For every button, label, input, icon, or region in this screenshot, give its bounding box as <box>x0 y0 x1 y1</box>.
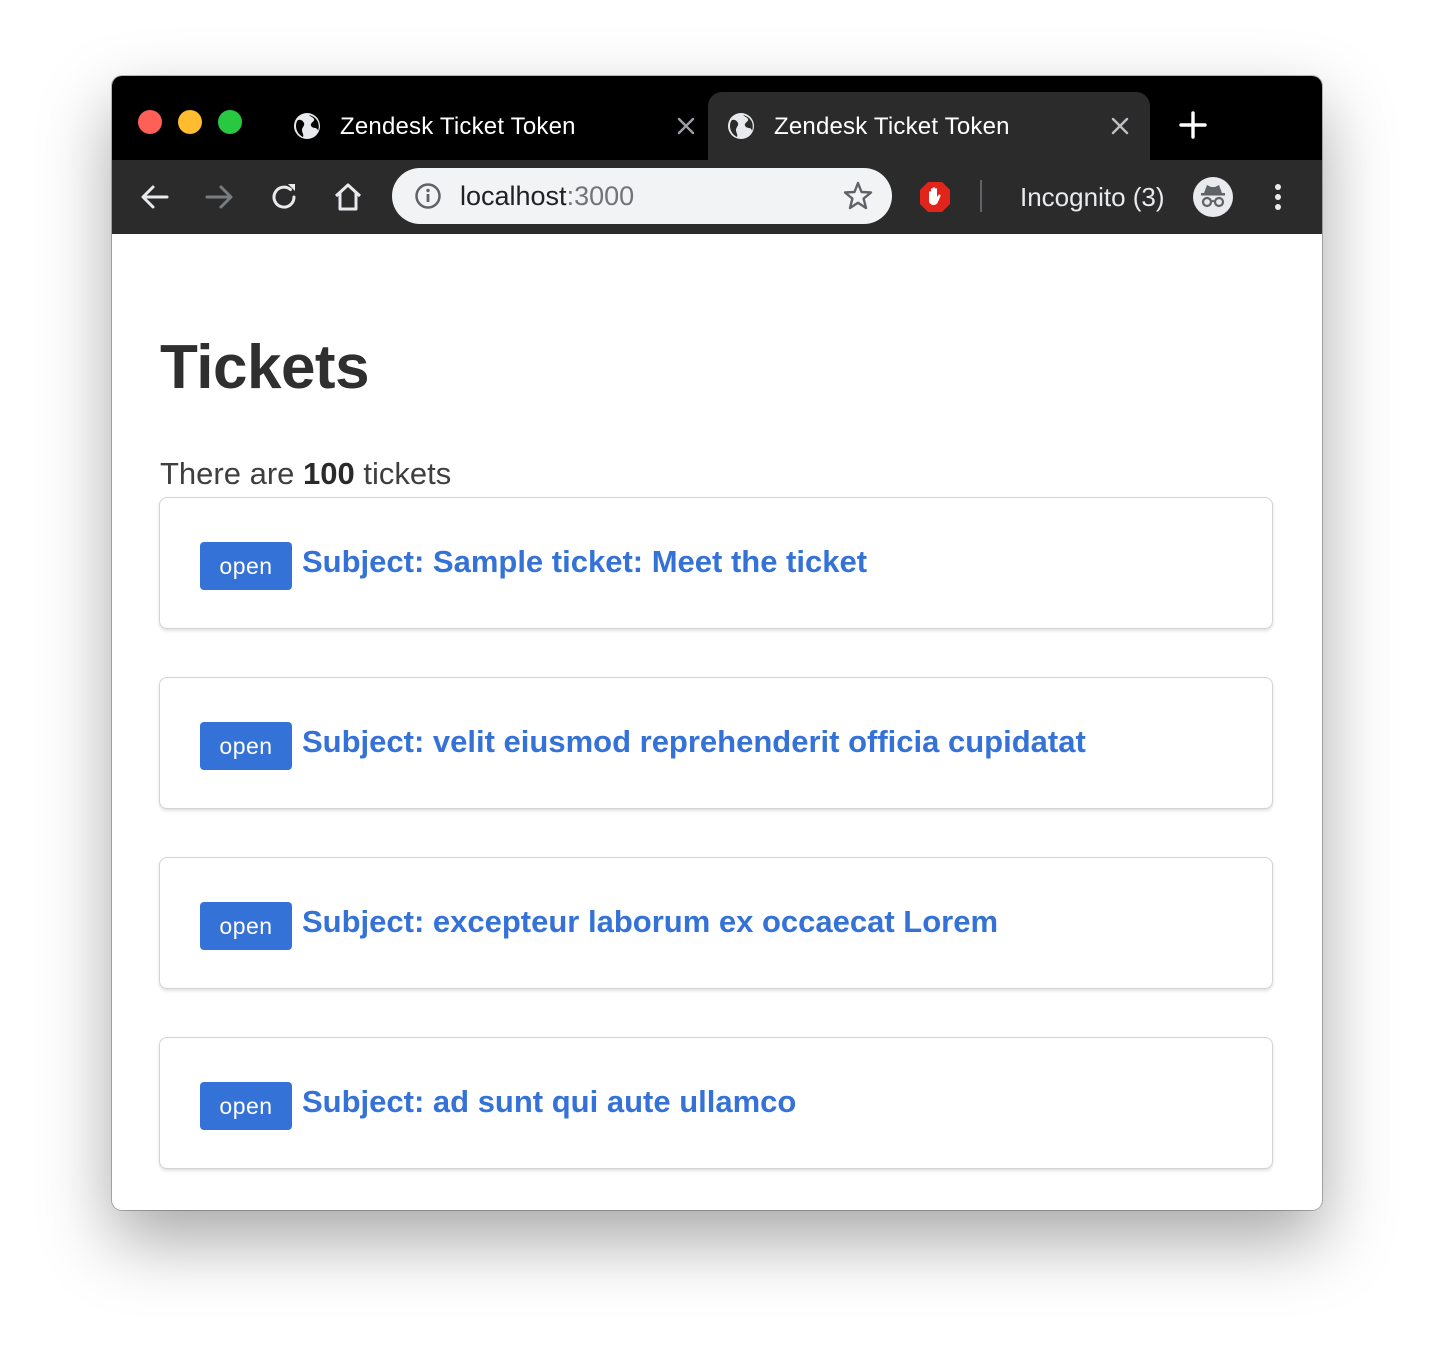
ticket-count: There are 100 tickets <box>160 456 451 492</box>
close-icon[interactable] <box>1108 114 1132 138</box>
status-badge: open <box>200 902 292 950</box>
tab-strip: Zendesk Ticket Token Zendesk Ticket Toke… <box>112 76 1322 160</box>
status-badge: open <box>200 542 292 590</box>
ticket-card: open Subject: ad sunt qui aute ullamco <box>159 1037 1273 1169</box>
ticket-count-suffix: tickets <box>363 456 452 491</box>
status-badge: open <box>200 1082 292 1130</box>
ticket-subject-link[interactable]: Subject: ad sunt qui aute ullamco <box>302 1084 796 1120</box>
address-bar[interactable]: localhost:3000 <box>392 168 892 224</box>
ticket-card: open Subject: velit eiusmod reprehenderi… <box>159 677 1273 809</box>
globe-icon <box>728 113 754 139</box>
forward-icon[interactable] <box>202 180 236 214</box>
tab-zendesk-ticket-token-1[interactable]: Zendesk Ticket Token <box>274 92 716 160</box>
info-icon[interactable] <box>414 182 442 210</box>
url-host: localhost <box>460 181 567 211</box>
browser-toolbar: localhost:3000 Incognito (3) <box>112 160 1322 234</box>
ticket-card: open Subject: Sample ticket: Meet the ti… <box>159 497 1273 629</box>
tab-title: Zendesk Ticket Token <box>340 113 576 140</box>
ticket-card: open Subject: excepteur laborum ex occae… <box>159 857 1273 989</box>
kebab-menu-icon[interactable] <box>1268 180 1288 214</box>
ticket-subject-link[interactable]: Subject: velit eiusmod reprehenderit off… <box>302 724 1086 760</box>
minimize-window-button[interactable] <box>178 110 202 134</box>
close-window-button[interactable] <box>138 110 162 134</box>
incognito-icon[interactable] <box>1192 176 1234 218</box>
status-badge: open <box>200 722 292 770</box>
incognito-label[interactable]: Incognito (3) <box>1020 181 1165 213</box>
zoom-window-button[interactable] <box>218 110 242 134</box>
star-icon[interactable] <box>842 180 874 212</box>
page-content: Tickets There are 100 tickets open Subje… <box>112 234 1322 1210</box>
tab-title: Zendesk Ticket Token <box>774 113 1010 140</box>
home-icon[interactable] <box>331 180 365 214</box>
page-title: Tickets <box>160 333 370 402</box>
ticket-subject-link[interactable]: Subject: Sample ticket: Meet the ticket <box>302 544 867 580</box>
globe-icon <box>294 113 320 139</box>
url-port: :3000 <box>566 181 635 211</box>
back-icon[interactable] <box>138 180 172 214</box>
adblock-icon[interactable] <box>918 180 952 214</box>
ticket-count-prefix: There are <box>160 456 295 491</box>
toolbar-divider <box>980 180 982 212</box>
address-url: localhost:3000 <box>460 180 634 212</box>
tab-zendesk-ticket-token-2[interactable]: Zendesk Ticket Token <box>708 92 1150 160</box>
reload-icon[interactable] <box>267 180 301 214</box>
close-icon[interactable] <box>674 114 698 138</box>
ticket-count-value: 100 <box>303 456 355 491</box>
plus-icon[interactable] <box>1178 110 1208 140</box>
ticket-subject-link[interactable]: Subject: excepteur laborum ex occaecat L… <box>302 904 998 940</box>
browser-window: Zendesk Ticket Token Zendesk Ticket Toke… <box>112 76 1322 1210</box>
